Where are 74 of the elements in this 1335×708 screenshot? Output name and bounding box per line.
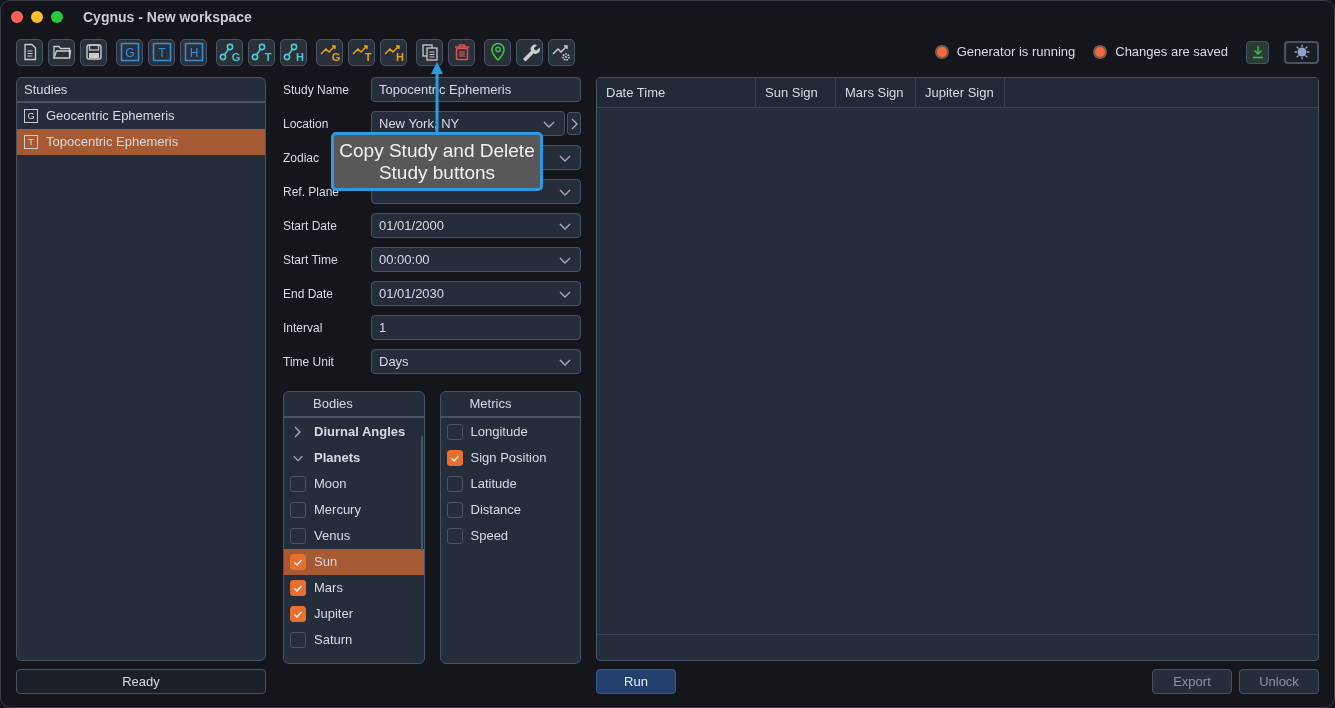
letter-icon: T bbox=[24, 135, 38, 149]
field-label: Zodiac bbox=[283, 149, 320, 167]
delete-study-button[interactable] bbox=[448, 38, 475, 66]
field-label: Start Date bbox=[283, 217, 338, 235]
checkbox[interactable] bbox=[290, 554, 306, 570]
tree-group-label[interactable]: Diurnal Angles bbox=[314, 422, 406, 442]
checkbox[interactable] bbox=[290, 580, 306, 596]
download-icon bbox=[1250, 45, 1265, 59]
dropdown-field[interactable]: 01/01/2030 bbox=[371, 281, 581, 306]
annotation-tooltip: Copy Study and Delete Study buttons bbox=[331, 132, 543, 191]
field-label: Start Time bbox=[283, 251, 338, 269]
scrollbar-thumb[interactable] bbox=[420, 436, 423, 551]
unlock-button[interactable]: Unlock bbox=[1239, 669, 1319, 694]
status-bar: Ready bbox=[16, 669, 266, 694]
trend-gear-icon bbox=[550, 42, 573, 62]
checkbox[interactable] bbox=[446, 528, 463, 544]
checkbox[interactable] bbox=[290, 502, 306, 518]
tree-group-label[interactable]: Planets bbox=[314, 448, 361, 468]
status-label: Generator is running bbox=[956, 43, 1076, 62]
text-field[interactable]: 1 bbox=[371, 315, 581, 340]
metric-label: Latitude bbox=[470, 475, 517, 494]
copy-icon bbox=[420, 43, 439, 61]
metric-label: Speed bbox=[470, 527, 509, 546]
run-button[interactable]: Run bbox=[596, 669, 676, 694]
close-window-button[interactable] bbox=[11, 11, 23, 23]
minimize-window-button[interactable] bbox=[31, 11, 43, 23]
study-item[interactable]: T Topocentric Ephemeris bbox=[17, 129, 265, 155]
chevron-right-icon bbox=[569, 116, 579, 131]
dropdown-field[interactable]: 00:00:00 bbox=[371, 247, 581, 272]
status-label: Changes are saved bbox=[1115, 43, 1228, 62]
sun-icon bbox=[1293, 44, 1310, 60]
chart-settings-button[interactable] bbox=[548, 38, 575, 66]
metric-label: Sign Position bbox=[470, 449, 547, 468]
body-item[interactable]: Sun bbox=[284, 549, 424, 575]
letter-icon: G bbox=[24, 109, 38, 123]
folder-icon bbox=[51, 43, 72, 61]
location-next-button[interactable] bbox=[567, 112, 581, 135]
field-label: Location bbox=[283, 115, 329, 133]
checkbox[interactable] bbox=[290, 528, 306, 544]
field-label: Time Unit bbox=[283, 353, 334, 371]
panel-title: Bodies bbox=[313, 395, 353, 414]
download-button[interactable] bbox=[1246, 40, 1269, 64]
column-header[interactable]: Mars Sign bbox=[836, 78, 916, 107]
zoom-window-button[interactable] bbox=[51, 11, 63, 23]
checkbox[interactable] bbox=[446, 476, 463, 492]
field-label: Interval bbox=[283, 319, 323, 337]
theme-toggle-button[interactable] bbox=[1284, 40, 1319, 64]
checkbox[interactable] bbox=[446, 502, 463, 518]
window-title: Cygnus - New workspace bbox=[83, 7, 252, 27]
export-button[interactable]: Export bbox=[1152, 669, 1232, 694]
column-header[interactable]: Date Time bbox=[597, 78, 756, 107]
checkbox[interactable] bbox=[290, 476, 306, 492]
metric-label: Distance bbox=[470, 501, 522, 520]
trash-icon bbox=[452, 43, 471, 61]
copy-study-button[interactable] bbox=[416, 38, 443, 66]
new-file-button[interactable] bbox=[16, 38, 43, 66]
save-button[interactable] bbox=[80, 38, 107, 66]
column-header[interactable]: Sun Sign bbox=[756, 78, 836, 107]
map-pin-icon bbox=[488, 42, 507, 62]
column-header[interactable]: Jupiter Sign bbox=[916, 78, 1005, 107]
checkbox[interactable] bbox=[290, 606, 306, 622]
location-button[interactable] bbox=[484, 38, 511, 66]
metric-label: Longitude bbox=[470, 423, 528, 442]
dropdown-field[interactable]: 01/01/2000 bbox=[371, 213, 581, 238]
field-label: Study Name bbox=[283, 81, 350, 99]
checkbox[interactable] bbox=[290, 632, 306, 648]
settings-button[interactable] bbox=[516, 38, 543, 66]
panel-title: Metrics bbox=[469, 395, 512, 414]
dropdown-field[interactable]: Days bbox=[371, 349, 581, 374]
panel-title: Studies bbox=[24, 80, 68, 99]
open-button[interactable] bbox=[48, 38, 75, 66]
checkbox[interactable] bbox=[446, 450, 463, 466]
checkbox[interactable] bbox=[446, 424, 463, 440]
field-label: End Date bbox=[283, 285, 334, 303]
